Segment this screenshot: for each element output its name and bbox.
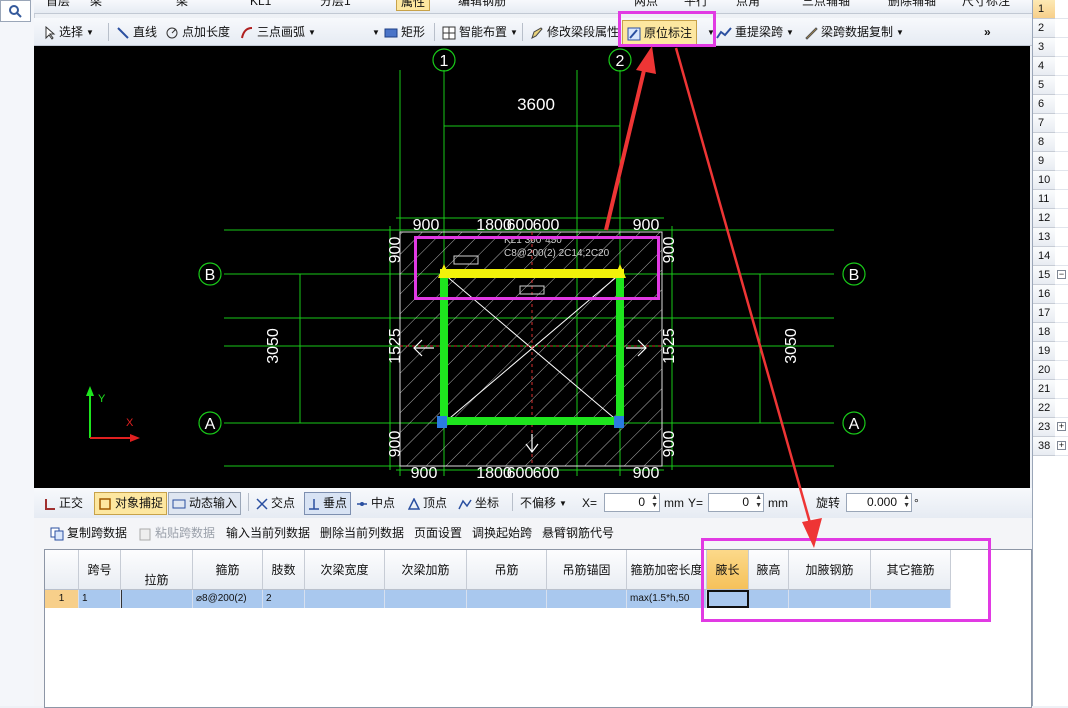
arrow-to-haunch	[674, 47, 814, 531]
arrow-to-in-situ	[604, 61, 648, 231]
annotation-arrows	[604, 46, 822, 548]
